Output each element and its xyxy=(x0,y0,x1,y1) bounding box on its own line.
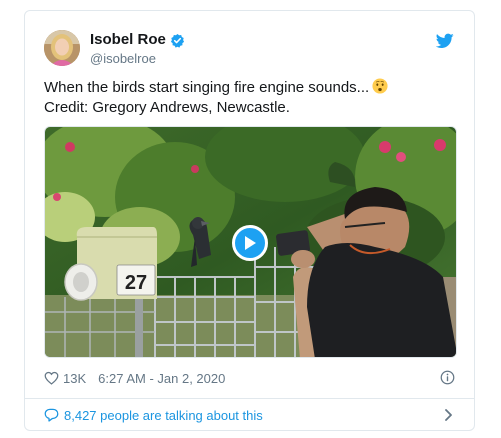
like-count[interactable]: 13K xyxy=(63,371,86,386)
tweet-text: When the birds start singing fire engine… xyxy=(44,78,455,118)
user-block[interactable]: Isobel Roe @isobelroe xyxy=(90,31,185,68)
chevron-right-icon xyxy=(445,409,452,421)
tweet-text-line-1-content: When the birds start singing fire engine… xyxy=(44,79,370,96)
info-icon[interactable] xyxy=(440,370,455,385)
handle[interactable]: @isobelroe xyxy=(90,50,185,68)
comment-bubble-icon xyxy=(44,408,59,422)
verified-badge-icon xyxy=(170,33,184,48)
tweet-text-line-1: When the birds start singing fire engine… xyxy=(44,78,455,98)
avatar[interactable] xyxy=(44,30,80,66)
conversation-link[interactable]: 8,427 people are talking about this xyxy=(44,404,455,426)
tweet-header: Isobel Roe @isobelroe xyxy=(44,29,455,73)
divider xyxy=(25,398,474,399)
mailbox-number: 27 xyxy=(125,272,147,294)
video-player[interactable]: 27 xyxy=(44,126,457,358)
conversation-text: 8,427 people are talking about this xyxy=(64,407,263,423)
heart-icon[interactable] xyxy=(44,371,59,385)
tweet-card[interactable]: Isobel Roe @isobelroe When the birds sta… xyxy=(24,10,475,431)
worried-face-icon xyxy=(372,78,388,94)
twitter-bird-icon[interactable] xyxy=(436,33,454,49)
timestamp[interactable]: 6:27 AM - Jan 2, 2020 xyxy=(98,371,225,386)
tweet-text-line-2: Credit: Gregory Andrews, Newcastle. xyxy=(44,99,290,116)
play-button[interactable] xyxy=(232,225,268,261)
display-name[interactable]: Isobel Roe xyxy=(90,31,185,49)
tweet-meta: 13K 6:27 AM - Jan 2, 2020 xyxy=(44,368,455,388)
play-icon xyxy=(245,236,256,250)
display-name-text: Isobel Roe xyxy=(90,31,166,48)
